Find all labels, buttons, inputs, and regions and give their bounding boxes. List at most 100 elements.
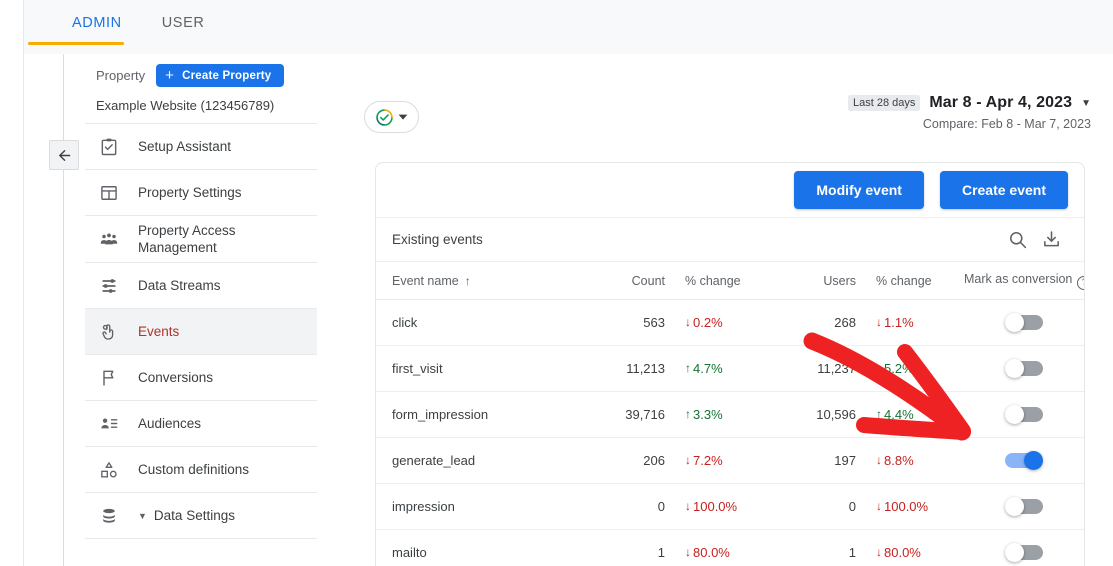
download-icon[interactable]	[1034, 223, 1068, 257]
arrow-up-icon: ↑	[685, 361, 691, 375]
delta-value: ↓80.0%	[876, 545, 921, 560]
event-count-change-cell: ↑4.7%	[673, 345, 778, 391]
sidebar-item-conversions[interactable]: Conversions	[85, 355, 317, 401]
sidebar-item-label: Property Settings	[138, 184, 242, 201]
event-count-cell: 1	[581, 529, 673, 566]
sidebar-item-property-settings[interactable]: Property Settings	[85, 170, 317, 216]
table-row[interactable]: click563↓0.2%268↓1.1%	[376, 299, 1084, 345]
card-action-bar: Modify event Create event	[376, 163, 1084, 218]
database-icon	[96, 504, 122, 528]
date-range-button[interactable]: Last 28 days Mar 8 - Apr 4, 2023 ▼	[848, 94, 1091, 112]
create-property-label: Create Property	[182, 70, 271, 82]
toggle-knob	[1005, 543, 1024, 562]
table-row[interactable]: first_visit11,213↑4.7%11,237↑5.2%	[376, 345, 1084, 391]
sidebar-item-label: Data Settings	[154, 507, 235, 524]
column-label: Event name	[392, 274, 459, 288]
conversion-toggle-cell	[964, 391, 1084, 437]
sidebar-item-label: Conversions	[138, 369, 213, 386]
conversion-toggle[interactable]	[1005, 359, 1043, 378]
arrow-down-icon: ↓	[685, 545, 691, 559]
delta-value: ↓1.1%	[876, 315, 914, 330]
event-users-cell: 0	[778, 483, 864, 529]
event-users-cell: 268	[778, 299, 864, 345]
arrow-down-icon: ↓	[876, 453, 882, 467]
sidebar-item-data-streams[interactable]: Data Streams	[85, 263, 317, 309]
tab-admin[interactable]: ADMIN	[52, 0, 142, 46]
layout-icon	[96, 181, 122, 205]
sidebar-item-setup-assistant[interactable]: Setup Assistant	[85, 124, 317, 170]
back-button[interactable]	[49, 140, 79, 170]
help-icon[interactable]: ?	[1077, 276, 1085, 290]
event-count-cell: 206	[581, 437, 673, 483]
event-users-change-cell: ↑4.4%	[864, 391, 964, 437]
column-header-count[interactable]: Count	[581, 262, 673, 299]
sidebar-item-property-access-management[interactable]: Property Access Management	[85, 216, 317, 263]
sidebar-item-label: Audiences	[138, 415, 201, 432]
column-header-count-change[interactable]: % change	[673, 262, 778, 299]
conversion-toggle-cell	[964, 483, 1084, 529]
flag-icon	[96, 366, 122, 390]
event-users-cell: 10,596	[778, 391, 864, 437]
event-count-cell: 39,716	[581, 391, 673, 437]
sidebar-item-events[interactable]: Events	[85, 309, 317, 355]
table-row[interactable]: form_impression39,716↑3.3%10,596↑4.4%	[376, 391, 1084, 437]
property-label: Property	[96, 68, 145, 83]
conversion-toggle[interactable]	[1005, 405, 1043, 424]
events-card: Modify event Create event Existing event…	[375, 162, 1085, 566]
main-content: Last 28 days Mar 8 - Apr 4, 2023 ▼ Compa…	[340, 54, 1113, 566]
status-filter-chip[interactable]	[364, 101, 419, 133]
column-header-users[interactable]: Users	[778, 262, 864, 299]
table-row[interactable]: mailto1↓80.0%1↓80.0%	[376, 529, 1084, 566]
event-name-cell: mailto	[376, 529, 581, 566]
conversion-toggle[interactable]	[1005, 497, 1043, 516]
active-tab-indicator	[28, 42, 124, 45]
sidebar-item-audiences[interactable]: Audiences	[85, 401, 317, 447]
delta-text: 5.2%	[884, 361, 914, 376]
event-users-cell: 1	[778, 529, 864, 566]
top-tab-bar: ADMIN USER	[24, 0, 1113, 46]
create-property-button[interactable]: + Create Property	[156, 64, 284, 87]
conversion-toggle[interactable]	[1005, 313, 1043, 332]
event-count-change-cell: ↓0.2%	[673, 299, 778, 345]
app-root: ADMIN USER Property + Create Property Ex…	[0, 0, 1113, 566]
toggle-knob	[1005, 359, 1024, 378]
date-range-compare: Compare: Feb 8 - Mar 7, 2023	[848, 117, 1091, 131]
clipboard-check-icon	[96, 135, 122, 159]
events-table: Event name↑ Count % change Users % chang…	[376, 262, 1084, 566]
conversion-toggle[interactable]	[1005, 451, 1043, 470]
event-name-cell: form_impression	[376, 391, 581, 437]
table-row[interactable]: generate_lead206↓7.2%197↓8.8%	[376, 437, 1084, 483]
column-header-users-change[interactable]: % change	[864, 262, 964, 299]
toggle-knob	[1005, 313, 1024, 332]
arrow-down-icon: ↓	[876, 315, 882, 329]
sidebar-item-custom-definitions[interactable]: Custom definitions	[85, 447, 317, 493]
property-name[interactable]: Example Website (123456789)	[85, 87, 317, 124]
arrow-down-icon: ↓	[876, 499, 882, 513]
table-header-row: Event name↑ Count % change Users % chang…	[376, 262, 1084, 299]
chevron-down-icon: ▼	[138, 511, 147, 521]
check-circle-icon	[375, 108, 394, 127]
modify-event-button[interactable]: Modify event	[794, 171, 924, 209]
delta-text: 3.3%	[693, 407, 723, 422]
event-name-cell: impression	[376, 483, 581, 529]
event-name-cell: click	[376, 299, 581, 345]
event-users-change-cell: ↓100.0%	[864, 483, 964, 529]
tab-user[interactable]: USER	[142, 0, 225, 46]
create-event-button[interactable]: Create event	[940, 171, 1068, 209]
arrow-up-icon: ↑	[876, 361, 882, 375]
event-users-change-cell: ↓80.0%	[864, 529, 964, 566]
table-row[interactable]: impression0↓100.0%0↓100.0%	[376, 483, 1084, 529]
sidebar-item-data-settings[interactable]: ▼ Data Settings	[85, 493, 317, 539]
event-name-cell: first_visit	[376, 345, 581, 391]
delta-value: ↓100.0%	[876, 499, 928, 514]
date-range-selector: Last 28 days Mar 8 - Apr 4, 2023 ▼ Compa…	[848, 94, 1091, 131]
delta-value: ↑5.2%	[876, 361, 914, 376]
event-count-change-cell: ↓7.2%	[673, 437, 778, 483]
event-users-cell: 11,237	[778, 345, 864, 391]
column-header-event-name[interactable]: Event name↑	[376, 262, 581, 299]
events-table-body: click563↓0.2%268↓1.1%first_visit11,213↑4…	[376, 299, 1084, 566]
search-icon[interactable]	[1000, 223, 1034, 257]
toggle-knob	[1024, 451, 1043, 470]
conversion-toggle[interactable]	[1005, 543, 1043, 562]
column-label: Mark as conversion	[964, 272, 1072, 286]
